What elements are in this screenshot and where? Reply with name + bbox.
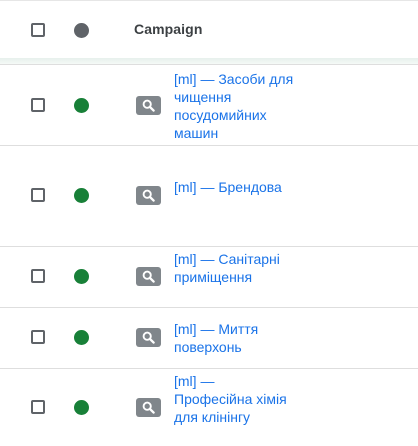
search-icon [136, 328, 161, 347]
campaigns-table: Campaign [ml] — Засоби для чищення посуд… [0, 0, 418, 446]
campaign-name-link[interactable]: [ml] — Санітарні приміщення [174, 250, 294, 286]
search-icon [136, 96, 161, 115]
table-header: Campaign [0, 1, 418, 58]
status-column-icon [74, 23, 89, 38]
row-checkbox[interactable] [31, 400, 45, 414]
campaign-name-link[interactable]: [ml] — Засоби для чищення посудомийних м… [174, 70, 294, 142]
status-enabled-icon[interactable] [74, 269, 89, 284]
row-checkbox[interactable] [31, 330, 45, 344]
table-row: [ml] — Засоби для чищення посудомийних м… [0, 64, 418, 145]
search-icon [136, 267, 161, 286]
campaign-name-link[interactable]: [ml] — Професійна хімія для клінінгу [174, 372, 294, 426]
search-icon [136, 186, 161, 205]
status-enabled-icon[interactable] [74, 400, 89, 415]
table-row: [ml] — Санітарні приміщення [0, 246, 418, 307]
table-row: [ml] — Миття поверхонь [0, 307, 418, 368]
campaign-column-header[interactable]: Campaign [134, 21, 202, 37]
row-checkbox[interactable] [31, 188, 45, 202]
campaign-name-link[interactable]: [ml] — Брендова [174, 178, 294, 196]
select-all-checkbox[interactable] [31, 23, 45, 37]
row-checkbox[interactable] [31, 269, 45, 283]
status-enabled-icon[interactable] [74, 330, 89, 345]
status-enabled-icon[interactable] [74, 188, 89, 203]
campaign-name-link[interactable]: [ml] — Миття поверхонь [174, 320, 294, 356]
status-enabled-icon[interactable] [74, 98, 89, 113]
table-row: [ml] — Брендова [0, 145, 418, 246]
search-icon [136, 398, 161, 417]
table-row: [ml] — Професійна хімія для клінінгу [0, 368, 418, 446]
row-checkbox[interactable] [31, 98, 45, 112]
